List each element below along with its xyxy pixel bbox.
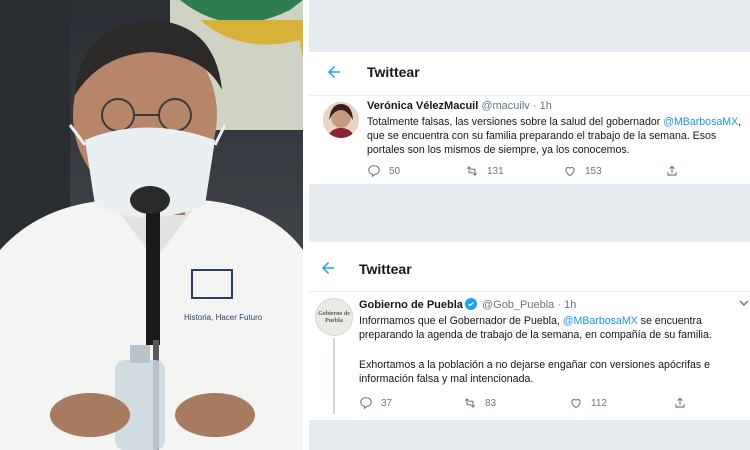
like-button[interactable]: 112 <box>569 396 607 410</box>
photo-illustration: Historia, Hacer Futuro <box>0 0 303 450</box>
verified-badge-icon <box>464 298 477 310</box>
tweet-text: Totalmente falsas, las versiones sobre l… <box>367 115 743 157</box>
tweet-screenshot-top: Twittear Verónica VélezMacuil @macuilv ·… <box>309 0 750 228</box>
page-title: Twittear <box>359 261 412 277</box>
reply-count: 50 <box>389 165 401 177</box>
reply-button[interactable]: 37 <box>359 396 392 410</box>
share-button[interactable] <box>665 164 679 178</box>
author-avatar[interactable]: Gobierno de Puebla <box>315 298 353 336</box>
reply-count: 37 <box>381 397 393 409</box>
gray-top-band <box>309 0 750 52</box>
share-button[interactable] <box>673 396 687 410</box>
back-arrow-icon[interactable] <box>319 259 337 277</box>
retweet-count: 83 <box>485 397 497 409</box>
author-avatar[interactable] <box>323 102 359 138</box>
reply-icon <box>360 397 372 410</box>
like-count: 153 <box>585 165 602 177</box>
governor-photo: Historia, Hacer Futuro <box>0 0 303 450</box>
author-handle[interactable]: @Gob_Puebla <box>482 299 554 311</box>
tweet-text-start: Totalmente falsas, las versiones sobre l… <box>367 116 661 128</box>
tweet-header: Twittear <box>309 242 750 292</box>
microphone <box>146 205 160 345</box>
gray-bottom-band <box>309 420 750 450</box>
mention-link[interactable]: @MBarbosaMX <box>563 315 638 327</box>
share-icon <box>675 397 685 408</box>
retweet-button[interactable]: 131 <box>465 164 504 178</box>
back-arrow-icon[interactable] <box>325 63 343 81</box>
author-line: Verónica VélezMacuil @macuilv · 1h <box>367 100 552 112</box>
tweet-time[interactable]: 1h <box>540 100 552 112</box>
page-title: Twittear <box>367 64 420 80</box>
tweet-text-start: Informamos que el Gobernador de Puebla, <box>359 315 560 327</box>
reply-button[interactable]: 50 <box>367 164 400 178</box>
tweet-text: Informamos que el Gobernador de Puebla, … <box>359 314 744 342</box>
tweet-actions: 50 131 153 <box>367 164 737 180</box>
tweet-card[interactable]: Verónica VélezMacuil @macuilv · 1h Total… <box>309 96 750 184</box>
share-icon <box>667 165 677 176</box>
author-name[interactable]: Gobierno de Puebla <box>359 299 463 311</box>
avatar-text: Gobierno de Puebla <box>318 311 350 324</box>
avatar-photo-icon <box>323 102 359 138</box>
retweet-icon <box>466 166 478 176</box>
gray-bottom-band <box>309 184 750 228</box>
tweet-header: Twittear <box>309 52 750 96</box>
author-line: Gobierno de Puebla @Gob_Puebla · 1h <box>359 298 577 311</box>
tweet-actions: 37 83 112 <box>359 396 739 412</box>
chevron-down-icon[interactable] <box>739 298 749 308</box>
gray-top-band <box>309 228 750 242</box>
tweet-card[interactable]: Gobierno de Puebla Gobierno de Puebla @G… <box>309 292 750 450</box>
author-handle[interactable]: @macuilv <box>481 100 529 112</box>
heart-icon <box>565 167 575 177</box>
reply-icon <box>368 165 380 178</box>
thread-line <box>333 338 335 414</box>
like-button[interactable]: 153 <box>563 164 602 178</box>
heart-icon <box>571 399 581 409</box>
retweet-button[interactable]: 83 <box>463 396 496 410</box>
tweet-text-paragraph-2: Exhortamos a la población a no dejarse e… <box>359 359 710 385</box>
retweet-count: 131 <box>487 165 504 177</box>
tweet-time[interactable]: 1h <box>564 299 576 311</box>
mention-link[interactable]: @MBarbosaMX <box>663 116 738 128</box>
tweet-screenshot-bottom: Twittear Gobierno de Puebla Gobierno de … <box>309 228 750 450</box>
retweet-icon <box>464 398 476 408</box>
like-count: 112 <box>591 397 607 409</box>
author-name[interactable]: Verónica VélezMacuil <box>367 100 478 112</box>
shirt-text: Historia, Hacer Futuro <box>184 313 263 322</box>
